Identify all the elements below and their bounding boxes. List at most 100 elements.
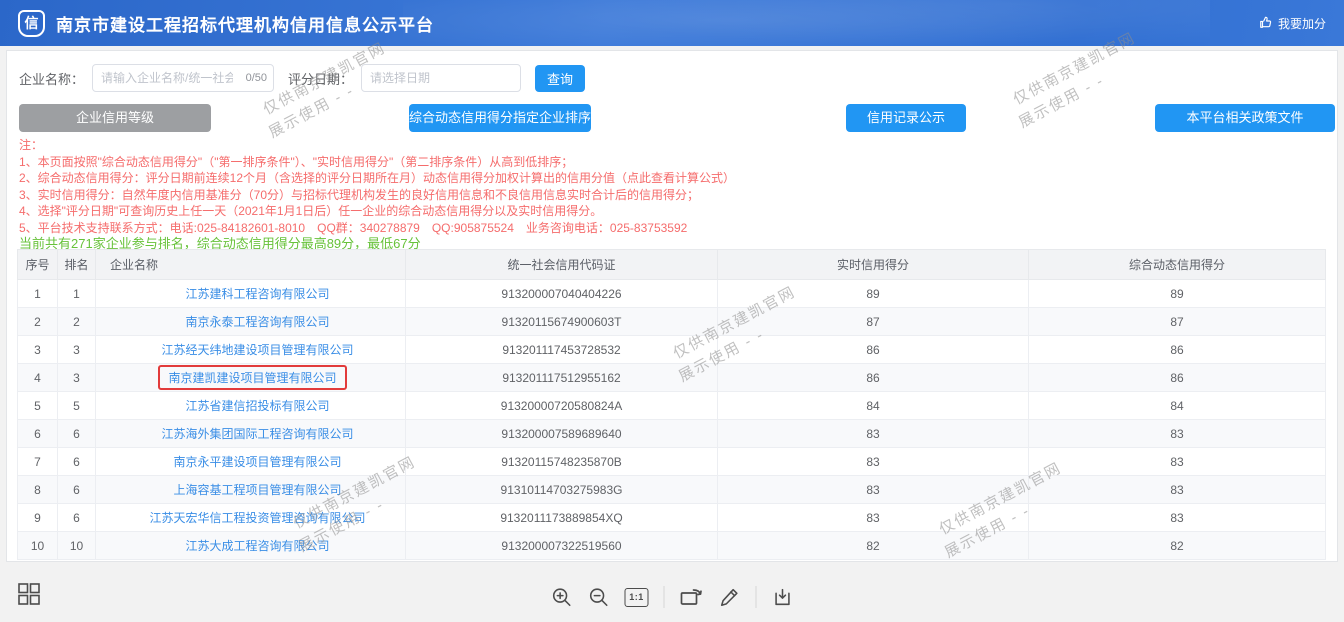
company-link[interactable]: 江苏省建信招投标有限公司: [185, 399, 329, 413]
rank-cell: 3: [58, 336, 96, 364]
credit-grade-button[interactable]: 企业信用等级: [19, 104, 211, 132]
table-row-highlighted: 4 3 南京建凯建设项目管理有限公司 913201117512955162 86…: [18, 364, 1326, 392]
code-cell: 913201117453728532: [406, 336, 718, 364]
notes-title: 注：: [19, 137, 735, 154]
edit-pencil-icon[interactable]: [719, 586, 741, 608]
code-cell: 913200007589689640: [406, 420, 718, 448]
company-link[interactable]: 江苏天宏华信工程投资管理咨询有限公司: [149, 511, 365, 525]
col-seq: 序号: [18, 250, 58, 280]
company-link[interactable]: 上海容基工程项目管理有限公司: [173, 483, 341, 497]
main-panel: 企业名称： 0/50 评分日期： 查询 企业信用等级 综合动态信用得分指定企业排…: [6, 50, 1338, 562]
seq-cell: 6: [18, 420, 58, 448]
table-header-row: 序号 排名 企业名称 统一社会信用代码证 实时信用得分 综合动态信用得分: [18, 250, 1326, 280]
realtime-score-cell: 83: [718, 448, 1029, 476]
note-line: 4、选择"评分日期"可查询历史上任一天（2021年1月1日后）任一企业的综合动态…: [19, 203, 735, 220]
company-link[interactable]: 江苏大成工程咨询有限公司: [185, 539, 329, 553]
seq-cell: 4: [18, 364, 58, 392]
rank-cell: 6: [58, 448, 96, 476]
table-row: 6 6 江苏海外集团国际工程咨询有限公司 913200007589689640 …: [18, 420, 1326, 448]
code-cell: 913200007322519560: [406, 532, 718, 560]
platform-logo-icon: 信: [18, 10, 45, 37]
table-row: 9 6 江苏天宏华信工程投资管理咨询有限公司 9132011173889854X…: [18, 504, 1326, 532]
rank-cell: 3: [58, 364, 96, 392]
company-link[interactable]: 江苏海外集团国际工程咨询有限公司: [161, 427, 353, 441]
col-rank: 排名: [58, 250, 96, 280]
company-link[interactable]: 南京永泰工程咨询有限公司: [185, 315, 329, 329]
rank-cell: 5: [58, 392, 96, 420]
notes-block: 注： 1、本页面按照"综合动态信用得分"（"第一排序条件"）、"实时信用得分"（…: [19, 137, 735, 236]
dynamic-score-cell: 83: [1029, 448, 1326, 476]
search-form: 企业名称： 0/50 评分日期： 查询: [19, 64, 585, 92]
score-date-label: 评分日期：: [288, 69, 353, 88]
col-realtime-score: 实时信用得分: [718, 250, 1029, 280]
credit-ranking-table: 序号 排名 企业名称 统一社会信用代码证 实时信用得分 综合动态信用得分 1 1…: [17, 249, 1326, 560]
col-company: 企业名称: [96, 250, 406, 280]
table-row: 3 3 江苏经天纬地建设项目管理有限公司 913201117453728532 …: [18, 336, 1326, 364]
code-cell: 91310114703275983G: [406, 476, 718, 504]
score-date-input[interactable]: [361, 64, 521, 92]
table-row: 7 6 南京永平建设项目管理有限公司 91320115748235870B 83…: [18, 448, 1326, 476]
policy-files-button[interactable]: 本平台相关政策文件: [1155, 104, 1335, 132]
realtime-score-cell: 87: [718, 308, 1029, 336]
zoom-in-icon[interactable]: [551, 586, 573, 608]
toolbar-divider: [756, 586, 757, 608]
code-cell: 9132011173889854XQ: [406, 504, 718, 532]
rotate-icon[interactable]: [680, 586, 704, 608]
query-button[interactable]: 查询: [535, 65, 585, 92]
realtime-score-cell: 82: [718, 532, 1029, 560]
add-score-link[interactable]: 我要加分: [1259, 15, 1326, 32]
credit-record-button[interactable]: 信用记录公示: [846, 104, 966, 132]
realtime-score-cell: 86: [718, 336, 1029, 364]
image-viewer-toolbar: 1:1: [551, 586, 794, 608]
dynamic-score-cell: 86: [1029, 336, 1326, 364]
company-link[interactable]: 江苏经天纬地建设项目管理有限公司: [161, 343, 353, 357]
rank-query-button[interactable]: 综合动态信用得分指定企业排序查询: [409, 104, 591, 132]
seq-cell: 7: [18, 448, 58, 476]
note-line: 1、本页面按照"综合动态信用得分"（"第一排序条件"）、"实时信用得分"（第二排…: [19, 154, 735, 171]
table-row: 8 6 上海容基工程项目管理有限公司 91310114703275983G 83…: [18, 476, 1326, 504]
col-dynamic-score: 综合动态信用得分: [1029, 250, 1326, 280]
note-line: 3、实时信用得分：自然年度内信用基准分（70分）与招标代理机构发生的良好信用信息…: [19, 187, 735, 204]
grid-view-icon[interactable]: [18, 583, 40, 605]
seq-cell: 9: [18, 504, 58, 532]
company-link[interactable]: 南京永平建设项目管理有限公司: [173, 455, 341, 469]
seq-cell: 5: [18, 392, 58, 420]
table-row: 10 10 江苏大成工程咨询有限公司 913200007322519560 82…: [18, 532, 1326, 560]
rank-cell: 6: [58, 504, 96, 532]
dynamic-score-cell: 83: [1029, 504, 1326, 532]
dynamic-score-cell: 89: [1029, 280, 1326, 308]
char-counter: 0/50: [246, 72, 267, 84]
company-link-highlighted[interactable]: 南京建凯建设项目管理有限公司: [158, 365, 346, 390]
realtime-score-cell: 83: [718, 504, 1029, 532]
download-icon[interactable]: [772, 586, 794, 608]
dynamic-score-cell: 87: [1029, 308, 1326, 336]
code-cell: 91320115748235870B: [406, 448, 718, 476]
seq-cell: 3: [18, 336, 58, 364]
page-title: 南京市建设工程招标代理机构信用信息公示平台: [56, 11, 434, 36]
add-score-label: 我要加分: [1278, 15, 1326, 32]
table-row: 2 2 南京永泰工程咨询有限公司 91320115674900603T 87 8…: [18, 308, 1326, 336]
toolbar-divider: [664, 586, 665, 608]
code-cell: 913201117512955162: [406, 364, 718, 392]
one-to-one-label: 1:1: [625, 588, 649, 607]
logo-char: 信: [25, 13, 39, 33]
code-cell: 913200007040404226: [406, 280, 718, 308]
thumbs-up-icon: [1259, 15, 1273, 32]
company-link[interactable]: 江苏建科工程咨询有限公司: [185, 287, 329, 301]
dynamic-score-cell: 84: [1029, 392, 1326, 420]
rank-cell: 1: [58, 280, 96, 308]
dynamic-score-cell: 83: [1029, 476, 1326, 504]
rank-cell: 10: [58, 532, 96, 560]
actual-size-icon[interactable]: 1:1: [625, 588, 649, 607]
rank-cell: 6: [58, 476, 96, 504]
dynamic-score-cell: 82: [1029, 532, 1326, 560]
realtime-score-cell: 86: [718, 364, 1029, 392]
realtime-score-cell: 83: [718, 476, 1029, 504]
realtime-score-cell: 89: [718, 280, 1029, 308]
seq-cell: 2: [18, 308, 58, 336]
dynamic-score-cell: 86: [1029, 364, 1326, 392]
realtime-score-cell: 84: [718, 392, 1029, 420]
table-row: 1 1 江苏建科工程咨询有限公司 913200007040404226 89 8…: [18, 280, 1326, 308]
code-cell: 91320115674900603T: [406, 308, 718, 336]
zoom-out-icon[interactable]: [588, 586, 610, 608]
